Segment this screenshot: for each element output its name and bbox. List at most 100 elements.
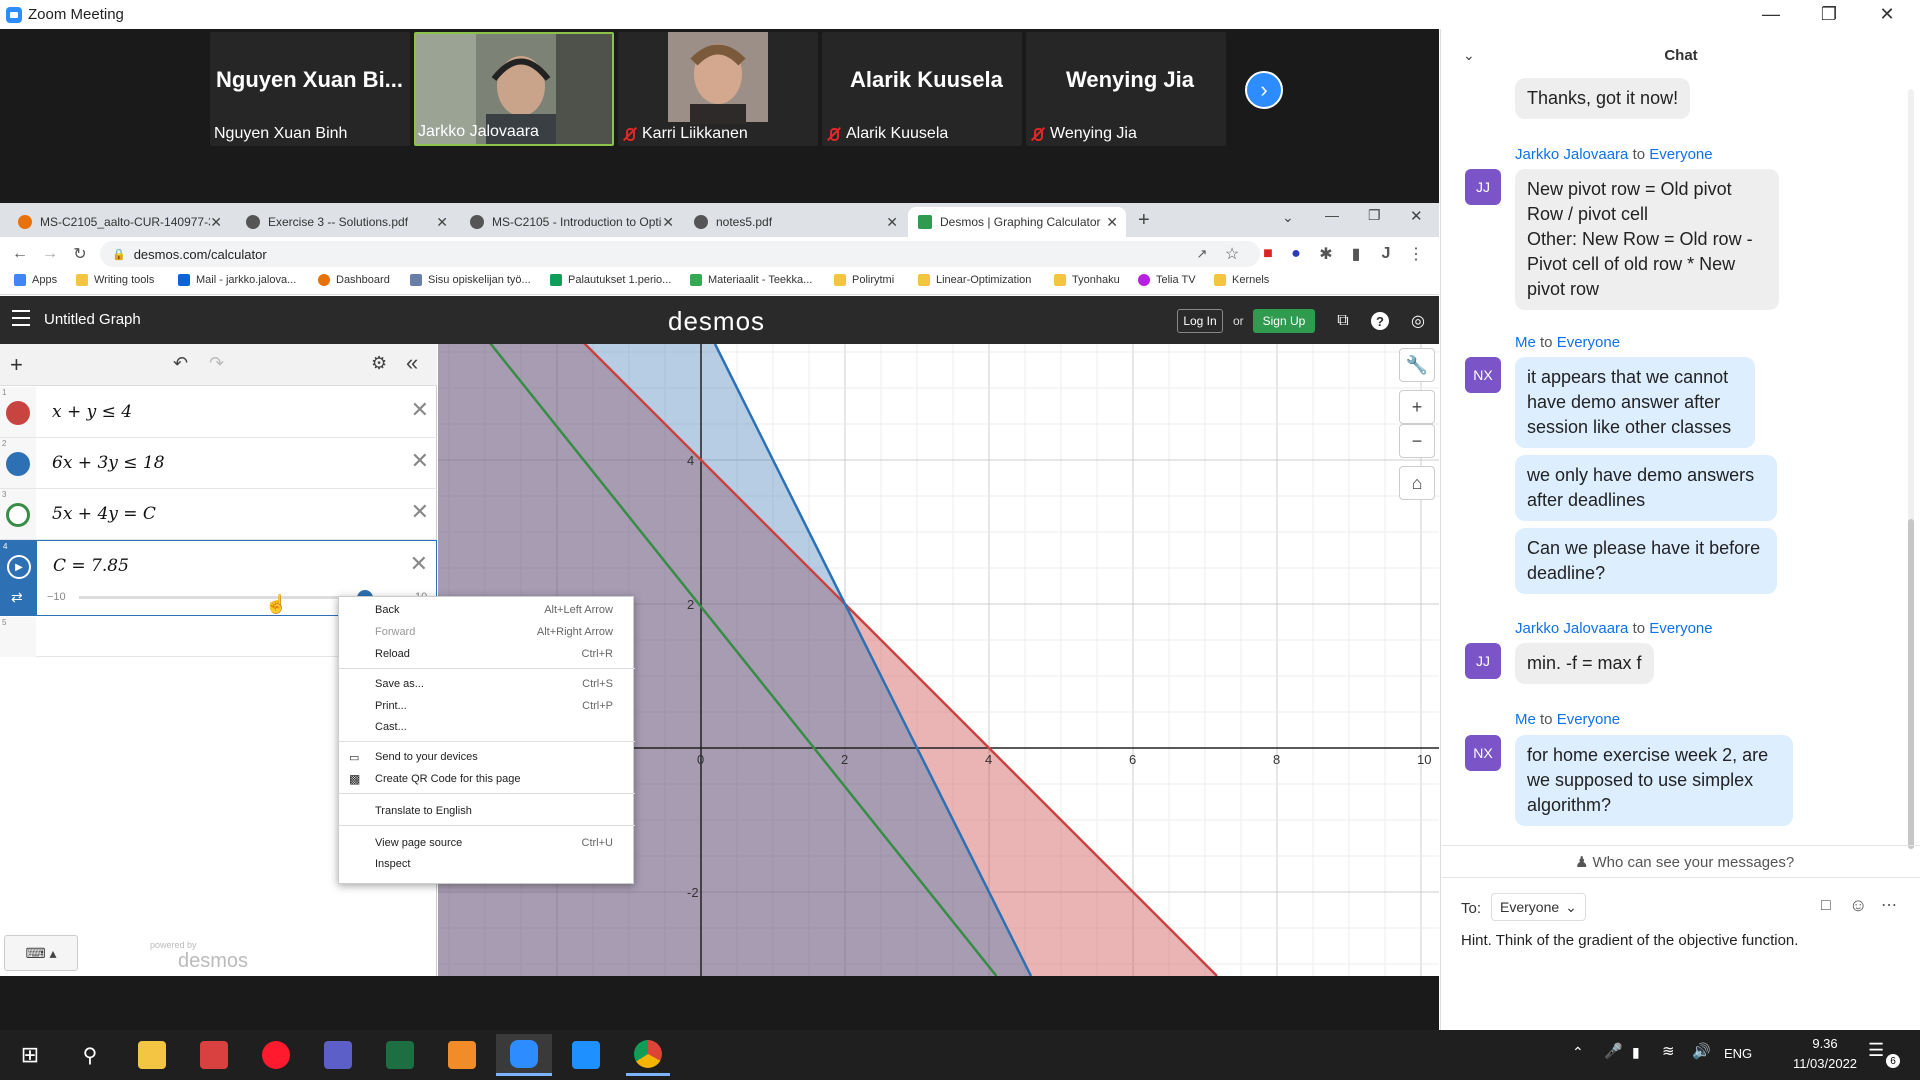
photos-icon[interactable] [564,1034,608,1076]
participant-tile-active-speaker[interactable]: Jarkko Jalovaara [414,32,614,146]
excel-icon[interactable] [378,1034,422,1076]
home-view-icon[interactable]: ⌂ [1399,466,1435,500]
pdf-app-icon[interactable] [440,1034,484,1076]
bookmark-item[interactable]: Dashboard [318,274,390,286]
participant-tile[interactable]: Wenying Jia Wenying Jia [1026,32,1226,146]
browser-tab[interactable]: Exercise 3 -- Solutions.pdf ✕ [236,207,456,237]
tab-close-icon[interactable]: ✕ [210,214,222,231]
login-button[interactable]: Log In [1177,309,1223,333]
delete-expression-icon[interactable]: ✕ [410,551,428,577]
menu-item-back[interactable]: Back Alt+Left Arrow [339,601,635,621]
forward-arrow-icon[interactable]: → [38,242,62,266]
red-hatch-swatch-icon[interactable] [6,401,30,425]
graph-title[interactable]: Untitled Graph [44,311,141,328]
chrome-menu-icon[interactable]: ⋮ [1404,242,1428,266]
file-attach-icon[interactable]: □ [1821,897,1831,915]
bookmark-item[interactable]: Linear-Optimization [918,274,1031,286]
battery-icon[interactable]: ▮ [1632,1044,1640,1061]
browser-tab-active[interactable]: Desmos | Graphing Calculator ✕ [908,207,1126,237]
opera-icon[interactable] [254,1034,298,1076]
settings-gear-icon[interactable]: ⚙ [371,353,387,374]
bookmark-item[interactable]: Tyonhaku [1054,274,1120,286]
menu-item-forward[interactable]: Forward Alt+Right Arrow [339,623,635,643]
menu-item-view-source[interactable]: View page source Ctrl+U [339,834,635,854]
notifications-icon[interactable]: ☰ [1868,1040,1884,1061]
chrome-taskbar-icon[interactable] [626,1034,670,1076]
expression-latex[interactable]: x + y ≤ 4 [52,402,132,422]
address-bar[interactable]: 🔒 desmos.com/calculator [100,241,1260,267]
teams-icon[interactable] [316,1034,360,1076]
bookmark-item[interactable]: Telia TV [1138,274,1196,286]
add-expression-icon[interactable]: + [10,352,23,378]
menu-item-translate[interactable]: Translate to English [339,802,635,822]
clock-date[interactable]: 11/03/2022 [1780,1056,1870,1071]
tab-close-icon[interactable]: ✕ [662,214,674,231]
snipping-app-icon[interactable] [192,1034,236,1076]
expression-row[interactable]: 2 6x + 3y ≤ 18 ✕ [0,438,437,489]
expression-latex[interactable]: 6x + 3y ≤ 18 [52,453,165,473]
who-can-see-link[interactable]: ♟ Who can see your messages? [1575,853,1794,871]
share-graph-icon[interactable]: ⧉ [1333,311,1353,331]
tray-chevron-icon[interactable]: ⌃ [1572,1044,1584,1061]
tab-search-icon[interactable]: ⌄ [1282,209,1294,226]
expression-latex[interactable]: 5x + 4y = C [52,504,156,524]
reload-icon[interactable]: ↻ [68,242,92,266]
emoji-icon[interactable]: ☺ [1849,895,1867,916]
profile-icon[interactable]: J [1374,242,1398,266]
green-line-swatch-icon[interactable] [6,503,30,527]
close-window-button[interactable]: ✕ [1858,0,1916,29]
bookmark-item[interactable]: Kernels [1214,274,1269,286]
maximize-button[interactable]: ❐ [1800,0,1858,29]
menu-item-inspect[interactable]: Inspect [339,855,635,875]
participant-tile[interactable]: Alarik Kuusela Alarik Kuusela [822,32,1022,146]
slider-min[interactable]: −10 [47,591,66,603]
bookmark-item[interactable]: Writing tools [76,274,154,286]
menu-item-qr-code[interactable]: ▩ Create QR Code for this page [339,770,635,790]
file-explorer-icon[interactable] [130,1034,174,1076]
back-arrow-icon[interactable]: ← [8,242,32,266]
language-globe-icon[interactable]: ◎ [1408,311,1428,331]
bookmark-item[interactable]: Materiaalit - Teekka... [690,274,812,286]
browser-close-button[interactable]: ✕ [1410,207,1423,225]
zoom-taskbar-icon[interactable] [496,1034,552,1076]
keyboard-toggle-icon[interactable]: ⌨ ▴ [4,935,78,971]
tab-close-icon[interactable]: ✕ [1106,214,1118,231]
expression-latex[interactable]: C = 7.85 [53,556,129,576]
zoom-out-icon[interactable]: − [1399,424,1435,458]
tab-close-icon[interactable]: ✕ [886,214,898,231]
browser-tab[interactable]: notes5.pdf ✕ [684,207,906,237]
clock-time[interactable]: 9.36 [1780,1036,1870,1051]
delete-expression-icon[interactable]: ✕ [411,499,429,525]
zoom-in-icon[interactable]: + [1399,390,1435,424]
more-options-icon[interactable]: ⋯ [1881,895,1897,915]
play-slider-icon[interactable]: ▶ [7,555,31,579]
menu-item-cast[interactable]: Cast... [339,718,635,738]
pdf-extension-icon[interactable]: ■ [1256,242,1280,266]
chat-scrollbar[interactable] [1908,89,1914,849]
bookmark-item[interactable]: Mail - jarkko.jalova... [178,274,296,286]
expression-row[interactable]: 3 5x + 4y = C ✕ [0,489,437,540]
signup-button[interactable]: Sign Up [1253,309,1315,333]
search-icon[interactable]: ⚲ [68,1034,112,1076]
participant-tile[interactable]: Nguyen Xuan Bi... Nguyen Xuan Binh [210,32,410,146]
next-participants-arrow-icon[interactable]: › [1245,71,1283,109]
windows-start-icon[interactable]: ⊞ [8,1034,52,1076]
redo-icon[interactable]: ↷ [209,353,224,374]
help-icon[interactable]: ? [1371,312,1389,330]
bookmark-item[interactable]: Palautukset 1.perio... [550,274,671,286]
k-extension-icon[interactable]: ● [1284,242,1308,266]
graph-settings-wrench-icon[interactable]: 🔧 [1399,348,1435,382]
browser-tab[interactable]: MS-C2105 - Introduction to Opti ✕ [460,207,682,237]
share-icon[interactable]: ↗ [1190,242,1214,266]
menu-item-save-as[interactable]: Save as... Ctrl+S [339,675,635,695]
chat-input[interactable]: Hint. Think of the gradient of the objec… [1461,932,1798,949]
browser-restore-button[interactable]: ❐ [1368,207,1381,224]
bookmark-item[interactable]: Apps [14,274,57,286]
collapse-panel-icon[interactable]: « [406,350,418,376]
side-panel-icon[interactable]: ▮ [1344,242,1368,266]
menu-item-print[interactable]: Print... Ctrl+P [339,697,635,717]
menu-item-send-to-devices[interactable]: ▭ Send to your devices [339,748,635,768]
recipient-dropdown[interactable]: Everyone ⌄ [1491,893,1586,921]
participant-tile[interactable]: Karri Liikkanen [618,32,818,146]
bookmark-star-icon[interactable]: ☆ [1220,242,1244,266]
